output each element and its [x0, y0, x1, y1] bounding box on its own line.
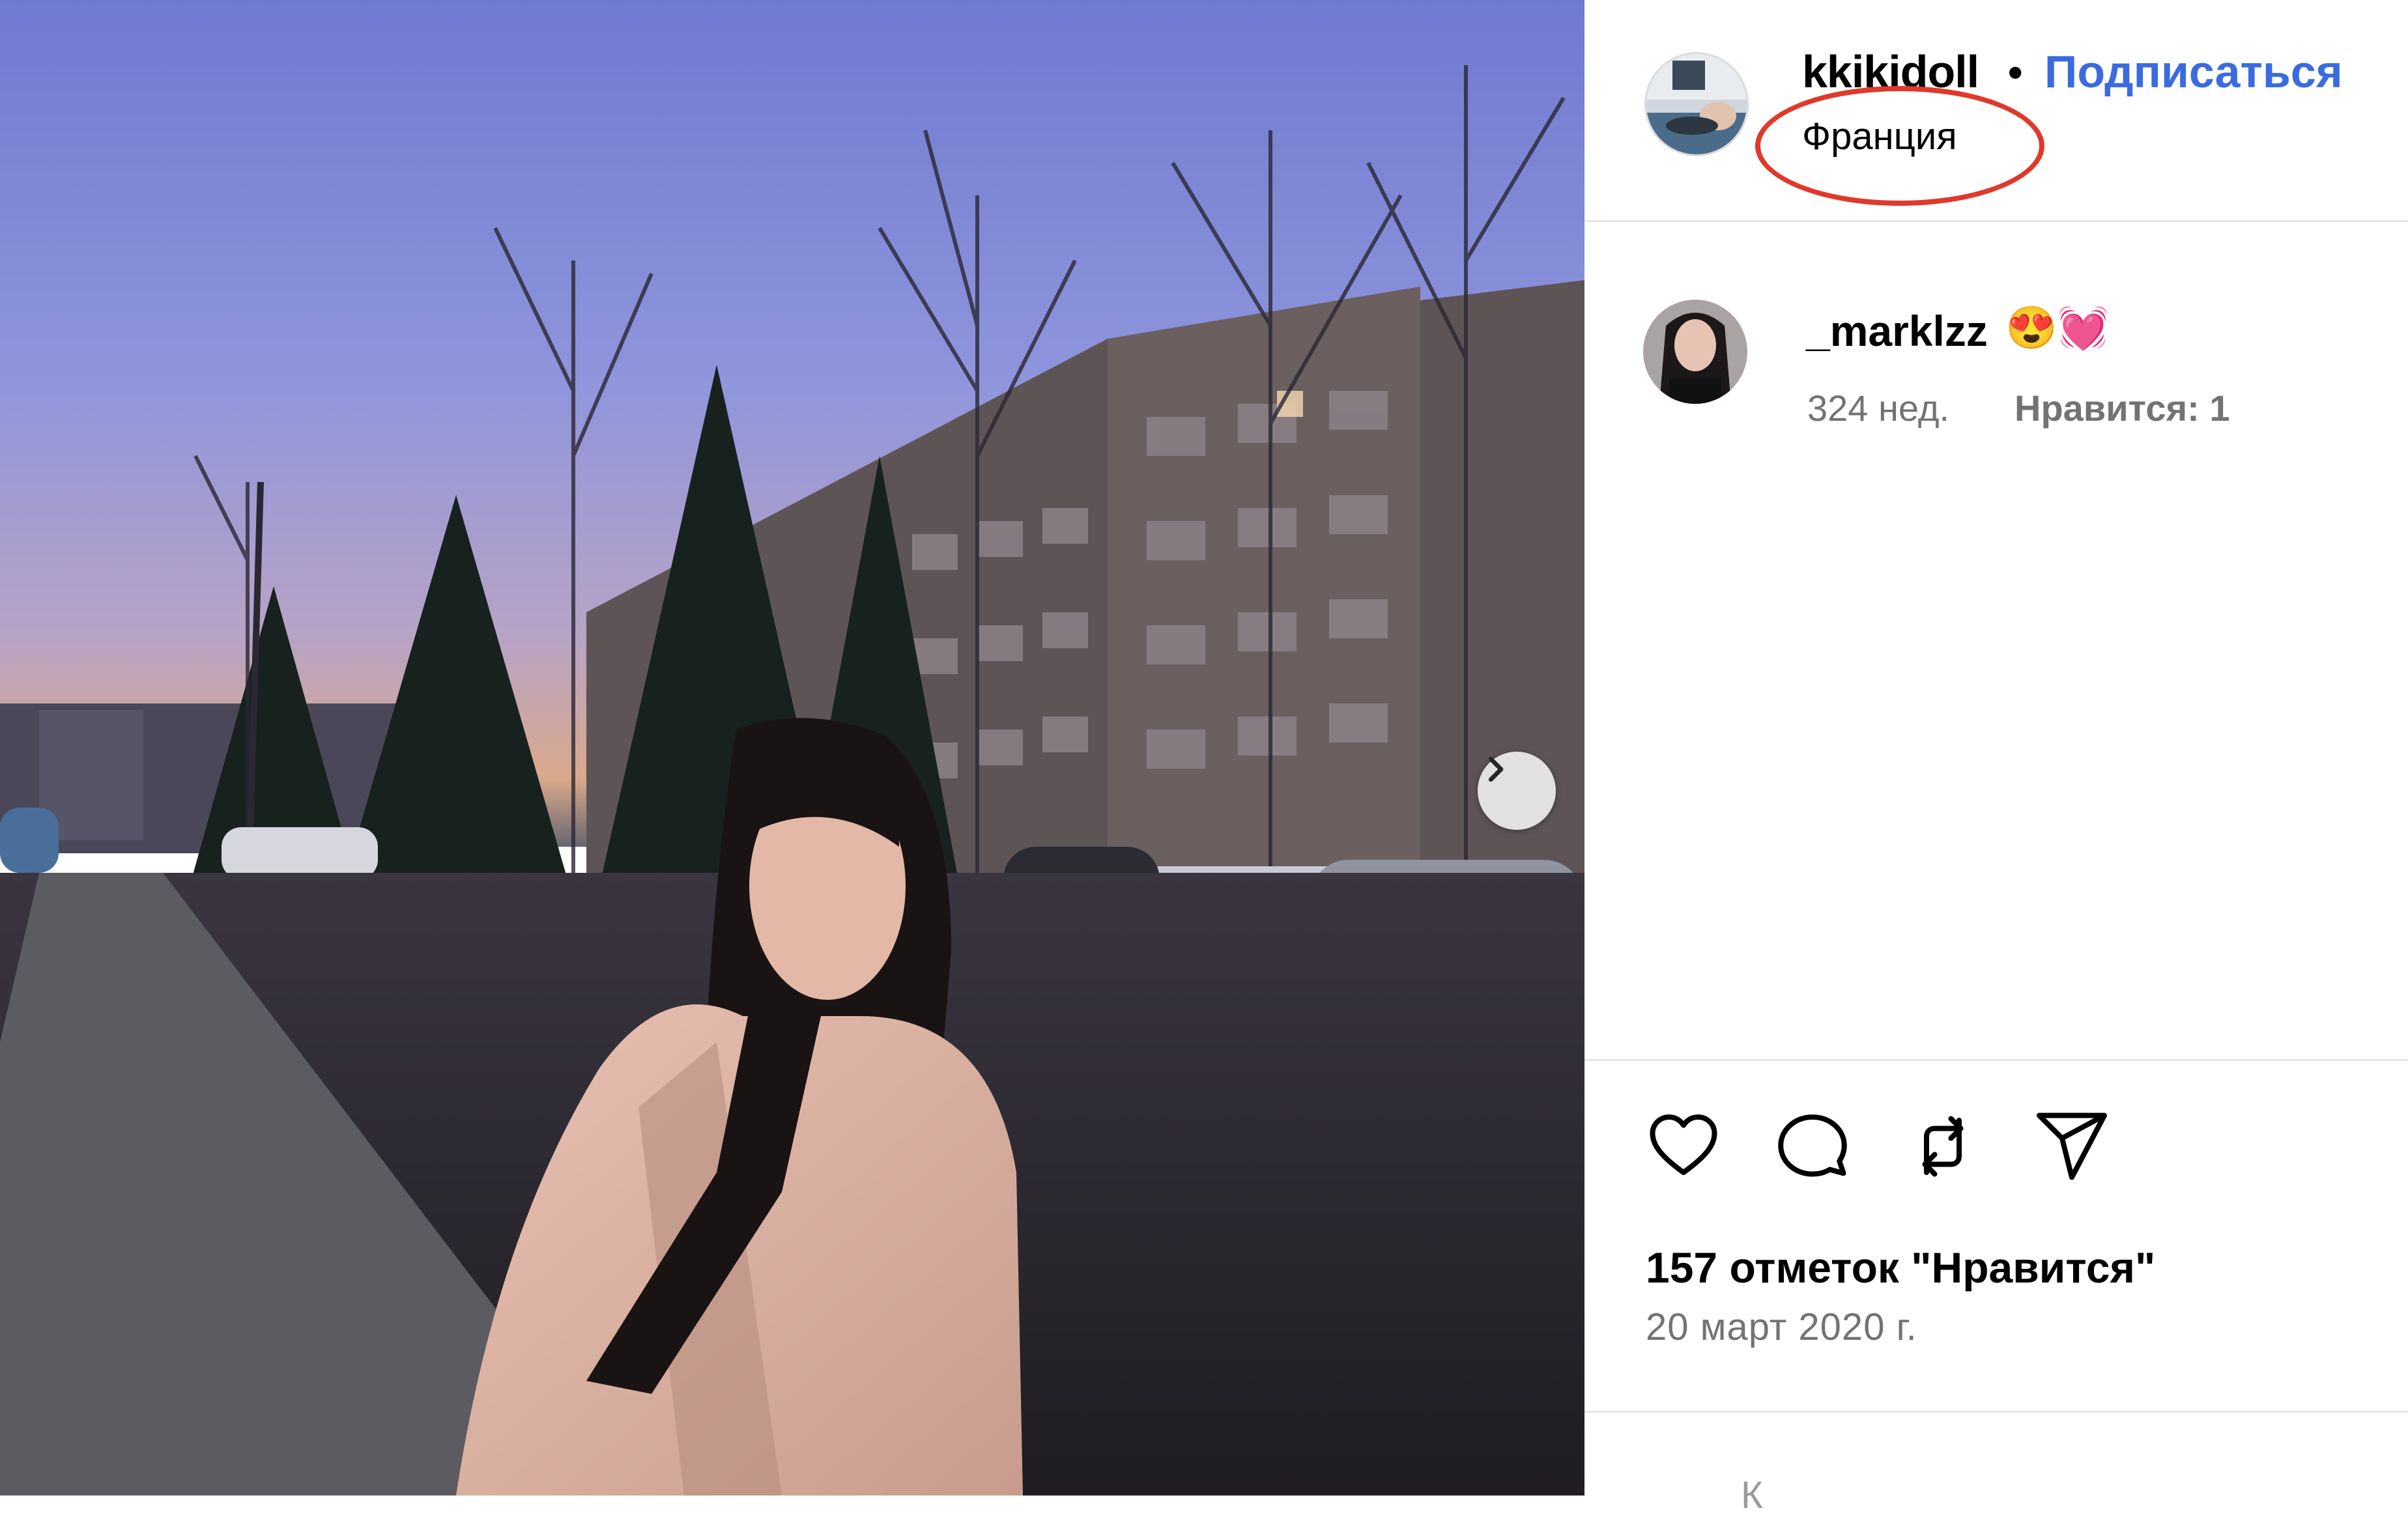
comment-bubble-icon[interactable]: [1773, 1107, 1852, 1185]
commenter-username[interactable]: _marklzz: [1806, 306, 1988, 356]
post-side-panel: kkikidoll • Подписаться Франция _marklzz…: [1584, 0, 2408, 1516]
commenter-avatar[interactable]: [1643, 300, 1747, 404]
post-photo: [0, 0, 1584, 1496]
share-icon[interactable]: [2033, 1107, 2111, 1185]
divider: [1584, 1059, 2408, 1061]
heart-icon[interactable]: [1644, 1107, 1723, 1185]
header-separator: •: [2008, 49, 2023, 96]
divider: [1584, 1411, 2408, 1413]
author-avatar[interactable]: [1644, 52, 1749, 156]
avatar-image: [1646, 54, 1747, 154]
comment-timestamp[interactable]: 324 нед.: [1807, 387, 1949, 429]
avatar-image: [1643, 300, 1747, 404]
location-highlight-circle: [1755, 86, 2044, 206]
photo-scene: [0, 0, 1584, 1496]
likes-count[interactable]: 157 отметок "Нравится": [1646, 1243, 2155, 1292]
chevron-right-icon: [1488, 756, 1504, 782]
follow-button[interactable]: Подписаться: [2044, 46, 2343, 98]
post-date: 20 март 2020 г.: [1646, 1306, 1917, 1348]
next-photo-button[interactable]: [1478, 752, 1556, 830]
post-header: kkikidoll • Подписаться Франция: [1584, 0, 2408, 222]
repost-icon[interactable]: [1904, 1107, 1982, 1185]
comment-text: 😍💓: [2005, 304, 2110, 351]
comment-likes[interactable]: Нравится: 1: [2014, 387, 2230, 429]
